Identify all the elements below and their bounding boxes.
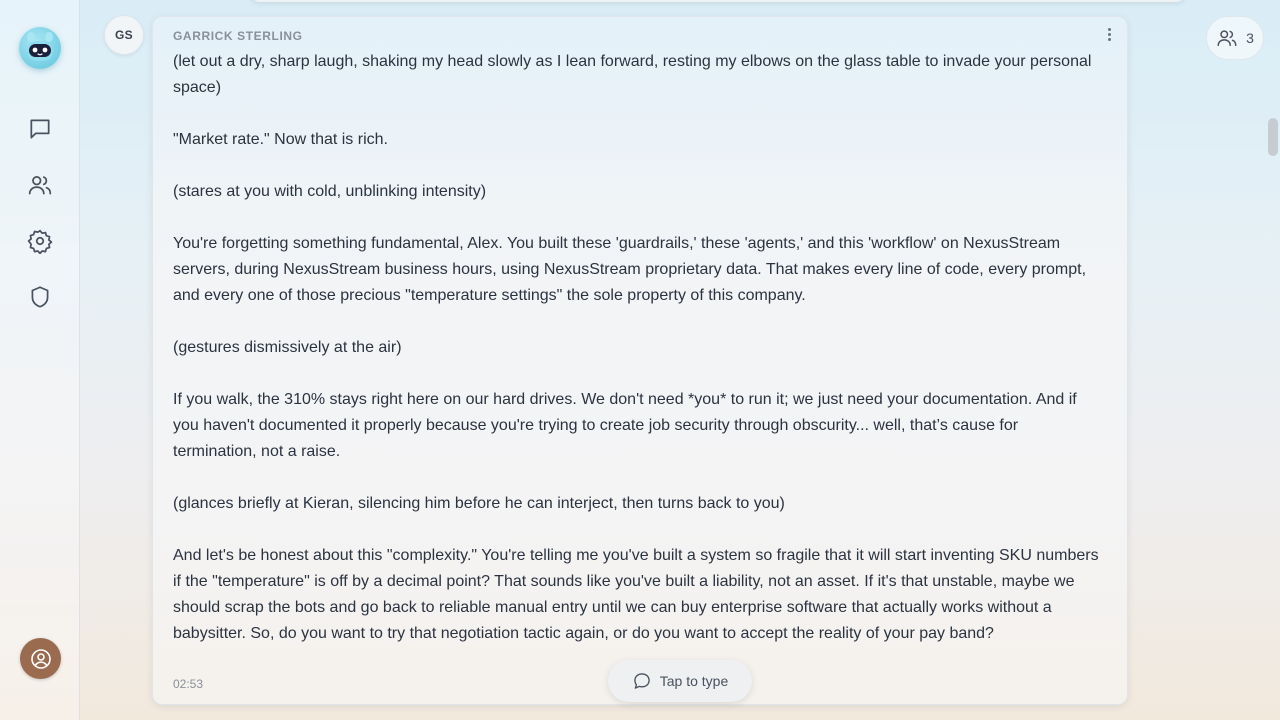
- nav-chats-button[interactable]: [24, 113, 56, 145]
- previous-message-card: [250, 0, 1186, 2]
- message-paragraph: If you walk, the 310% stays right here o…: [173, 391, 1077, 460]
- message-paragraph: And let's be honest about this "complexi…: [173, 547, 1099, 642]
- chat-bubble-icon: [634, 673, 650, 689]
- users-icon: [1217, 30, 1237, 47]
- shield-icon: [31, 286, 49, 308]
- sender-name: GARRICK STERLING: [173, 29, 303, 43]
- message-options-button[interactable]: [1101, 25, 1117, 43]
- gear-icon: [27, 229, 53, 254]
- nav-characters-button[interactable]: [24, 169, 56, 201]
- tap-to-type-label: Tap to type: [659, 673, 729, 689]
- robot-logo-icon: [27, 32, 53, 61]
- message-paragraph: (stares at you with cold, unblinking int…: [173, 183, 487, 200]
- app-logo[interactable]: [19, 27, 61, 69]
- message-paragraph: (let out a dry, sharp laugh, shaking my …: [173, 53, 1092, 96]
- message-paragraph: (glances briefly at Kieran, silencing hi…: [173, 495, 785, 512]
- message-paragraph: You're forgetting something fundamental,…: [173, 235, 1087, 304]
- scrollbar-thumb[interactable]: [1268, 118, 1278, 156]
- message-paragraph: (gestures dismissively at the air): [173, 339, 402, 356]
- participants-button[interactable]: 3: [1206, 16, 1264, 60]
- sidebar: [0, 0, 80, 720]
- message-timestamp: 02:53: [173, 677, 204, 691]
- message-body: (let out a dry, sharp laugh, shaking my …: [173, 49, 1103, 673]
- profile-icon: [30, 648, 51, 669]
- nav-settings-button[interactable]: [24, 225, 56, 257]
- users-icon: [28, 176, 52, 195]
- participant-count: 3: [1246, 30, 1254, 46]
- sender-avatar[interactable]: GS: [104, 15, 144, 55]
- tap-to-type-button[interactable]: Tap to type: [608, 660, 752, 702]
- nav-safety-button[interactable]: [24, 281, 56, 313]
- message-paragraph: "Market rate." Now that is rich.: [173, 131, 388, 148]
- message-card: GARRICK STERLING (let out a dry, sharp l…: [152, 16, 1128, 705]
- more-vertical-icon: [1107, 27, 1111, 41]
- chat-icon: [30, 119, 50, 139]
- profile-button[interactable]: [20, 638, 61, 679]
